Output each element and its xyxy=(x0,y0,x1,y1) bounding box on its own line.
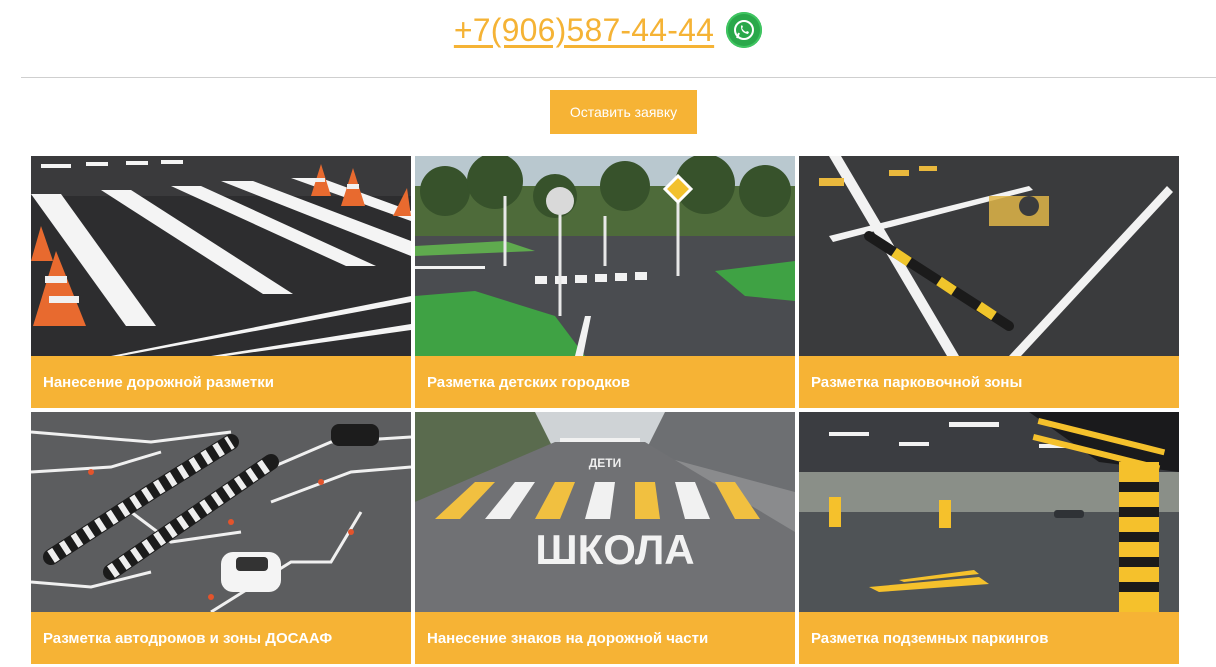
service-card-title: Разметка парковочной зоны xyxy=(799,356,1179,408)
parking-photo xyxy=(799,156,1179,356)
service-card-title: Разметка автодромов и зоны ДОСААФ xyxy=(31,612,411,664)
service-card-road-signs[interactable]: ДЕТИ ШКОЛА Нанесение знаков на дорожной … xyxy=(415,412,795,664)
services-grid: Нанесение дорожной разметки Разметка дет… xyxy=(31,156,1179,664)
divider xyxy=(21,77,1216,78)
request-button[interactable]: Оставить заявку xyxy=(550,90,697,134)
phone-link[interactable]: +7(906)587-44-44 xyxy=(454,12,714,49)
school-road-photo: ДЕТИ ШКОЛА xyxy=(415,412,795,612)
service-card-road-marking[interactable]: Нанесение дорожной разметки xyxy=(31,156,411,408)
underground-parking-photo xyxy=(799,412,1179,612)
service-card-title: Нанесение знаков на дорожной части xyxy=(415,612,795,664)
service-card-title: Нанесение дорожной разметки xyxy=(31,356,411,408)
road-text-school: ШКОЛА xyxy=(535,526,694,573)
autodrome-photo xyxy=(31,412,411,612)
service-card-underground-parking[interactable]: Разметка подземных паркингов xyxy=(799,412,1179,664)
kids-town-photo xyxy=(415,156,795,356)
service-card-title: Разметка подземных паркингов xyxy=(799,612,1179,664)
service-card-title: Разметка детских городков xyxy=(415,356,795,408)
whatsapp-icon[interactable] xyxy=(726,12,763,48)
service-card-kids-town[interactable]: Разметка детских городков xyxy=(415,156,795,408)
service-card-parking[interactable]: Разметка парковочной зоны xyxy=(799,156,1179,408)
crosswalk-photo xyxy=(31,156,411,356)
road-text-small: ДЕТИ xyxy=(589,456,622,470)
service-card-autodrome[interactable]: Разметка автодромов и зоны ДОСААФ xyxy=(31,412,411,664)
header-contact: +7(906)587-44-44 xyxy=(0,8,1216,52)
